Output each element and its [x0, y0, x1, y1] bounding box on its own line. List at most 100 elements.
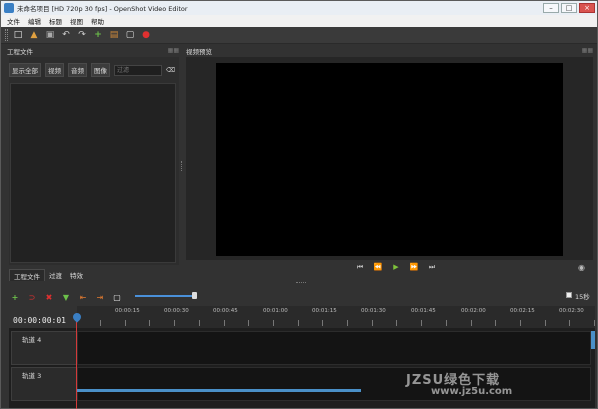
files-list[interactable]	[10, 83, 176, 263]
filter-audio[interactable]: 音频	[68, 63, 87, 77]
next-marker-icon[interactable]: ⇥	[94, 291, 106, 303]
dock-tabs: 工程文件 过渡 特效	[9, 269, 87, 281]
preview-title: 视频预览	[186, 48, 212, 56]
ruler-tick-label: 00:00:45	[213, 308, 238, 314]
open-project-icon[interactable]: ▲	[28, 29, 40, 41]
ruler-tick-mark	[445, 320, 447, 326]
ruler-tick-label: 00:02:00	[461, 308, 486, 314]
filter-video[interactable]: 视频	[45, 63, 64, 77]
zoom-checkbox[interactable]	[566, 292, 572, 298]
main-toolbar: □ ▲ ▣ ↶ ↷ + ▤ ▢ ●	[1, 27, 597, 44]
previous-marker-icon[interactable]: ⇤	[77, 291, 89, 303]
ruler-tick-mark	[297, 320, 299, 326]
track-name: 轨道 4	[22, 336, 42, 344]
snapping-icon[interactable]: ⊃	[26, 291, 38, 303]
app-window: 未命名项目 [HD 720p 30 fps] - OpenShot Video …	[0, 0, 598, 409]
ruler-tick-label: 00:01:15	[312, 308, 337, 314]
ruler-tick-label: 00:01:00	[263, 308, 288, 314]
fullscreen-icon[interactable]: ▢	[124, 29, 136, 41]
undo-icon[interactable]: ↶	[60, 29, 72, 41]
dock-float-icon[interactable]: ▦▦	[582, 47, 593, 54]
tab-effects[interactable]: 特效	[66, 269, 87, 281]
ruler-tick-mark	[544, 320, 546, 326]
ruler-tick-label: 00:02:15	[510, 308, 535, 314]
dock-float-icon[interactable]: ▦▦	[168, 47, 179, 54]
watermark-url: www.jz5u.com	[431, 386, 513, 397]
preview-header: 视频预览 ▦▦	[186, 46, 595, 56]
ruler-tick-mark	[594, 320, 595, 326]
maximize-button[interactable]: □	[561, 3, 577, 13]
export-video-icon[interactable]: ●	[140, 29, 152, 41]
toolbar-grip[interactable]	[5, 29, 8, 41]
title-bar: 未命名项目 [HD 720p 30 fps] - OpenShot Video …	[1, 1, 597, 15]
ruler-tick-label: 00:02:30	[559, 308, 584, 314]
timeline-ruler[interactable]: 00:00:15 00:00:30 00:00:45 00:01:00 00:0…	[77, 306, 595, 328]
ruler-tick-mark	[272, 320, 274, 326]
tab-project-files[interactable]: 工程文件	[9, 269, 45, 281]
ruler-tick-mark	[248, 320, 250, 326]
new-project-icon[interactable]: □	[12, 29, 24, 41]
track-header[interactable]: 轨道 3	[11, 367, 77, 401]
project-files-title: 工程文件	[7, 48, 33, 56]
redo-icon[interactable]: ↷	[76, 29, 88, 41]
clear-filter-icon[interactable]: ⌫	[166, 66, 175, 74]
save-project-icon[interactable]: ▣	[44, 29, 56, 41]
jump-end-icon[interactable]: ⏭	[425, 263, 439, 272]
close-button[interactable]: ×	[579, 3, 595, 13]
ruler-tick-label: 00:00:30	[164, 308, 189, 314]
ruler-tick-mark	[470, 320, 472, 326]
track-lane[interactable]	[77, 367, 591, 401]
ruler-tick-label: 00:00:15	[115, 308, 140, 314]
filter-show-all[interactable]: 显示全部	[9, 63, 41, 77]
menu-edit[interactable]: 编辑	[28, 16, 41, 26]
playback-controls: ⏮ ⏪ ▶ ⏩ ⏭	[353, 263, 443, 272]
fast-forward-icon[interactable]: ⏩	[407, 263, 421, 272]
zoom-slider-handle[interactable]	[192, 292, 197, 299]
window-title: 未命名项目 [HD 720p 30 fps] - OpenShot Video …	[17, 5, 188, 13]
play-icon[interactable]: ▶	[389, 263, 403, 272]
ruler-tick-label: 00:01:30	[361, 308, 386, 314]
app-icon	[4, 3, 14, 13]
ruler-tick-mark	[223, 320, 225, 326]
ruler-tick-mark	[421, 320, 423, 326]
horizontal-splitter[interactable]	[296, 282, 306, 284]
ruler-tick-mark	[100, 320, 101, 326]
filter-search-input[interactable]: 过滤	[114, 64, 162, 76]
ruler-tick-mark	[519, 320, 521, 326]
ruler-tick-mark	[322, 320, 324, 326]
menu-title[interactable]: 标题	[49, 16, 62, 26]
project-files-header: 工程文件 ▦▦	[7, 46, 181, 56]
ruler-tick-mark	[371, 320, 373, 326]
video-canvas	[216, 63, 563, 256]
menu-view[interactable]: 视图	[70, 16, 83, 26]
tab-transitions[interactable]: 过渡	[45, 269, 66, 281]
filter-bar: 显示全部 视频 音频 图像 过滤 ⌫	[9, 63, 179, 77]
import-files-icon[interactable]: +	[92, 29, 104, 41]
center-timeline-icon[interactable]: ▢	[111, 291, 123, 303]
vertical-splitter[interactable]	[181, 161, 183, 171]
track-header[interactable]: 轨道 4	[11, 331, 77, 365]
ruler-tick-label: 00:01:45	[411, 308, 436, 314]
ruler-tick-mark	[347, 320, 348, 326]
camera-icon[interactable]: ◉	[578, 263, 585, 272]
timeline-vertical-scrollbar[interactable]	[591, 331, 595, 349]
timeline-horizontal-scrollbar[interactable]	[77, 389, 361, 392]
zoom-slider-track[interactable]	[135, 295, 195, 297]
razor-icon[interactable]: ✖	[43, 291, 55, 303]
rewind-icon[interactable]: ⏪	[371, 263, 385, 272]
add-track-icon[interactable]: +	[9, 291, 21, 303]
ruler-tick-mark	[124, 320, 126, 326]
menu-bar: 文件 编辑 标题 视图 帮助	[1, 15, 597, 27]
timecode-display: 00:00:00:01	[13, 316, 66, 325]
timeline-toolbar: + ⊃ ✖ ▼ ⇤ ⇥ ▢	[9, 291, 597, 303]
jump-start-icon[interactable]: ⏮	[353, 263, 367, 272]
track-lane[interactable]	[77, 331, 591, 365]
playhead-line[interactable]	[76, 313, 77, 409]
filter-image[interactable]: 图像	[91, 63, 110, 77]
minimize-button[interactable]: –	[543, 3, 559, 13]
menu-file[interactable]: 文件	[7, 16, 20, 26]
zoom-label: 15秒	[575, 293, 590, 301]
add-marker-icon[interactable]: ▼	[60, 291, 72, 303]
menu-help[interactable]: 帮助	[91, 16, 104, 26]
profile-icon[interactable]: ▤	[108, 29, 120, 41]
